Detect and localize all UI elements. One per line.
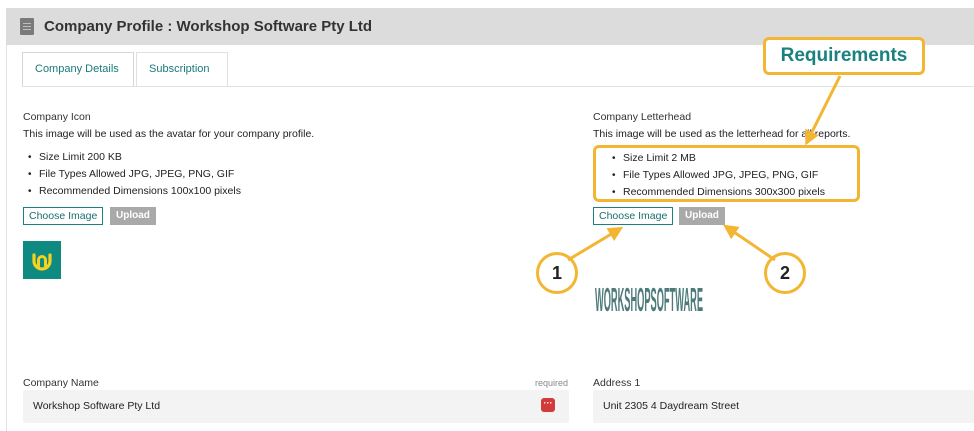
upload-letterhead-button[interactable]: Upload <box>679 207 725 225</box>
company-icon-label: Company Icon <box>23 111 91 123</box>
address1-value: Unit 2305 4 Daydream Street <box>603 400 739 412</box>
choose-icon-image-button[interactable]: Choose Image <box>23 207 104 225</box>
tab-subscription[interactable]: Subscription <box>136 52 228 87</box>
requirements-highlight-box <box>593 145 860 202</box>
choose-letterhead-image-button[interactable]: Choose Image <box>593 207 674 225</box>
company-letterhead-description: This image will be used as the letterhea… <box>593 128 851 140</box>
step-1-marker: 1 <box>536 252 578 294</box>
content-panel <box>6 45 974 431</box>
page-title: Company Profile : Workshop Software Pty … <box>44 18 373 35</box>
list-item: Recommended Dimensions 100x100 pixels <box>23 183 241 200</box>
upload-icon-button[interactable]: Upload <box>110 207 156 225</box>
address1-label: Address 1 <box>593 377 641 389</box>
company-icon-description: This image will be used as the avatar fo… <box>23 128 315 140</box>
company-logo-icon <box>23 241 61 279</box>
company-name-value: Workshop Software Pty Ltd <box>33 400 161 412</box>
requirements-callout: Requirements <box>763 37 925 75</box>
letterhead-preview-text: WORKSHOPSOFTWARE <box>595 281 703 319</box>
address1-field[interactable]: Unit 2305 4 Daydream Street <box>593 390 974 423</box>
more-options-icon[interactable]: ··· <box>541 398 555 412</box>
company-icon-requirements: Size Limit 200 KB File Types Allowed JPG… <box>23 149 241 200</box>
step-2-marker: 2 <box>764 252 806 294</box>
letterhead-preview: WORKSHOPSOFTWARE <box>595 281 703 319</box>
list-item: File Types Allowed JPG, JPEG, PNG, GIF <box>23 166 241 183</box>
company-name-label: Company Name <box>23 377 99 389</box>
tab-divider <box>22 86 974 87</box>
company-letterhead-label: Company Letterhead <box>593 111 692 123</box>
list-item: Size Limit 200 KB <box>23 149 241 166</box>
company-name-field[interactable]: Workshop Software Pty Ltd <box>23 390 569 423</box>
tab-company-details[interactable]: Company Details <box>22 52 134 87</box>
building-icon <box>20 18 34 35</box>
required-tag: required <box>535 378 569 388</box>
